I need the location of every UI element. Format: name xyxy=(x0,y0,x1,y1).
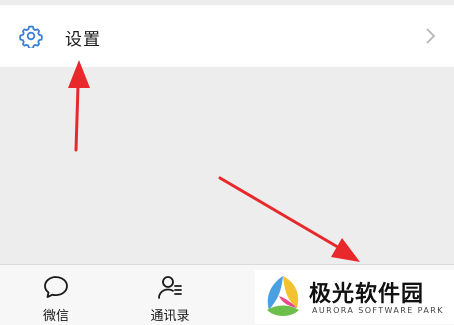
tab-wechat[interactable]: 微信 xyxy=(16,265,96,325)
settings-row[interactable]: 设置 xyxy=(0,5,454,67)
watermark: 极光软件园 AURORA SOFTWARE PARK xyxy=(255,270,454,324)
chat-bubble-icon xyxy=(44,276,68,298)
empty-area xyxy=(0,67,454,264)
gear-icon xyxy=(19,25,43,48)
tab-contacts[interactable]: 通讯录 xyxy=(130,265,210,325)
aurora-logo-icon xyxy=(267,276,299,316)
settings-label: 设置 xyxy=(65,30,101,50)
chevron-right-icon xyxy=(426,28,436,44)
watermark-subtitle: AURORA SOFTWARE PARK xyxy=(312,306,444,315)
tab-contacts-label: 通讯录 xyxy=(150,309,190,324)
watermark-title: 极光软件园 xyxy=(309,282,425,307)
contacts-icon xyxy=(158,276,182,299)
tab-wechat-label: 微信 xyxy=(42,309,69,324)
